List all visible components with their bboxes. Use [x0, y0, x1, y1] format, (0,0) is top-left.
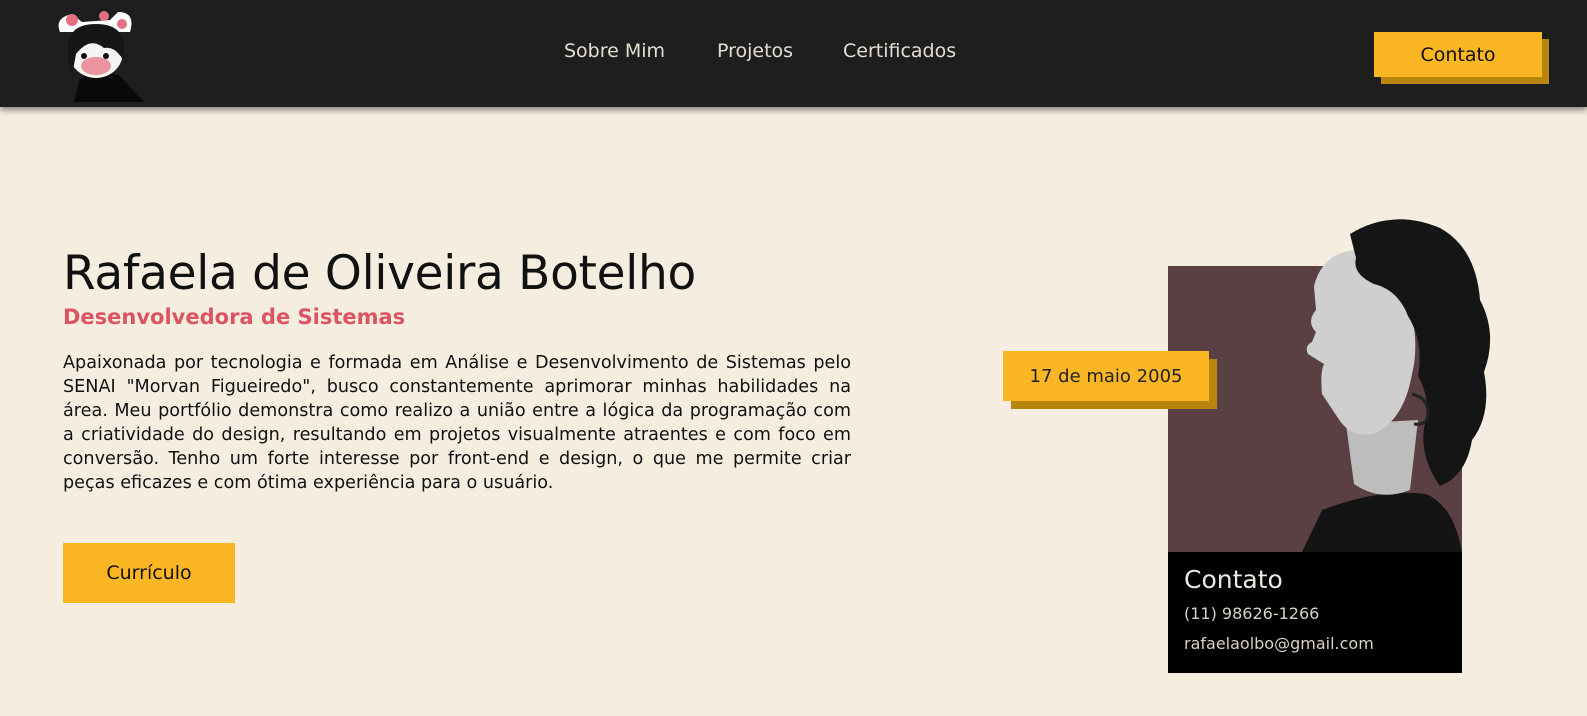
contact-card: Contato (11) 98626-1266 rafaelaolbo@gmai… [1168, 552, 1462, 673]
page-title: Rafaela de Oliveira Botelho [63, 246, 696, 301]
curriculum-button[interactable]: Currículo [63, 543, 235, 603]
contact-phone[interactable]: (11) 98626-1266 [1184, 604, 1446, 623]
top-navbar: Sobre Mim Projetos Certificados Contato [0, 0, 1587, 107]
birth-date-badge: 17 de maio 2005 [1003, 351, 1209, 401]
nav-link-sobre-mim[interactable]: Sobre Mim [564, 40, 665, 62]
main-nav: Sobre Mim Projetos Certificados [0, 40, 1587, 68]
bio-paragraph: Apaixonada por tecnologia e formada em A… [63, 353, 851, 493]
contact-card-title: Contato [1184, 565, 1283, 594]
nav-link-projetos[interactable]: Projetos [717, 40, 793, 62]
nav-link-certificados[interactable]: Certificados [843, 40, 956, 62]
job-title: Desenvolvedora de Sistemas [63, 305, 406, 329]
portrait-photo [1262, 214, 1502, 552]
contact-button[interactable]: Contato [1374, 32, 1542, 77]
contact-email[interactable]: rafaelaolbo@gmail.com [1184, 634, 1446, 653]
